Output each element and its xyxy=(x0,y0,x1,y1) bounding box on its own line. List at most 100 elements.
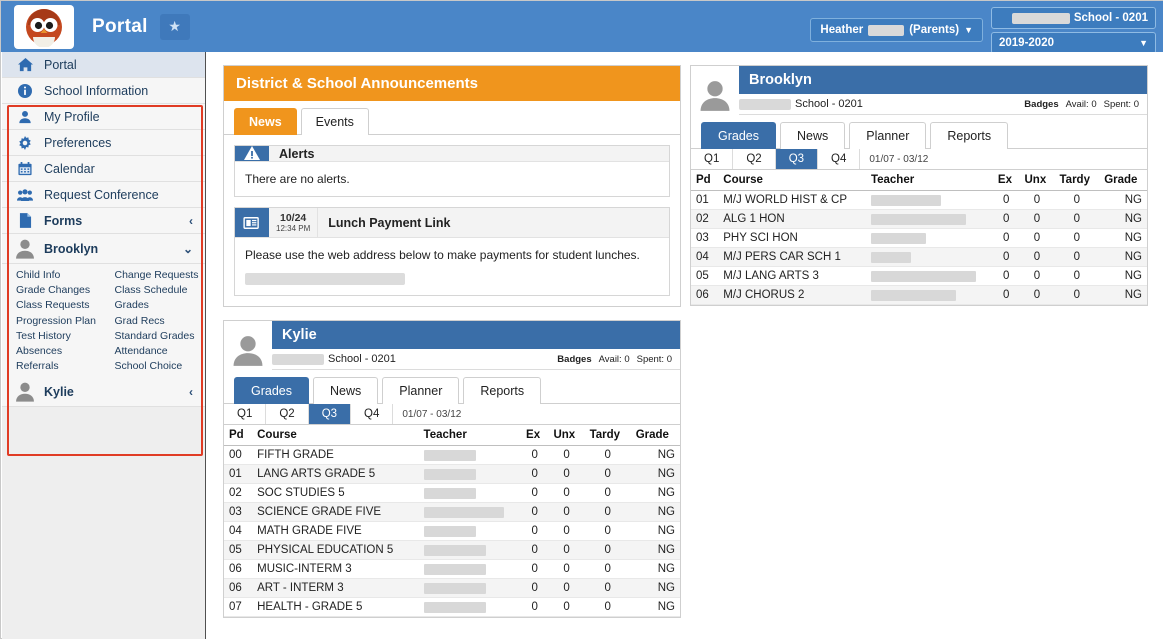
submenu-change-requests[interactable]: Change Requests xyxy=(115,268,206,282)
quarter-q1[interactable]: Q1 xyxy=(691,149,734,169)
quarter-q1[interactable]: Q1 xyxy=(224,404,267,424)
sidebar-item-school-information[interactable]: School Information xyxy=(2,78,205,104)
cell-grade[interactable]: NG xyxy=(630,540,680,560)
cell-tardy[interactable]: 0 xyxy=(584,540,631,560)
cell-excused[interactable]: 0 xyxy=(992,228,1020,248)
cell-excused[interactable]: 0 xyxy=(521,502,549,522)
cell-tardy[interactable]: 0 xyxy=(584,578,631,598)
cell-tardy[interactable]: 0 xyxy=(1054,266,1100,286)
submenu-school-choice[interactable]: School Choice xyxy=(115,359,206,373)
cell-unexcused[interactable]: 0 xyxy=(548,502,585,522)
submenu-referrals[interactable]: Referrals xyxy=(16,359,107,373)
cell-excused[interactable]: 0 xyxy=(521,464,549,484)
submenu-attendance[interactable]: Attendance xyxy=(115,344,206,358)
cell-unexcused[interactable]: 0 xyxy=(548,521,585,541)
cell-tardy[interactable]: 0 xyxy=(584,464,631,484)
cell-unexcused[interactable]: 0 xyxy=(1019,228,1055,248)
cell-grade[interactable]: NG xyxy=(630,445,680,465)
quarter-q4[interactable]: Q4 xyxy=(818,149,861,169)
cell-tardy[interactable]: 0 xyxy=(1054,247,1100,267)
cell-tardy[interactable]: 0 xyxy=(1054,190,1100,210)
cell-unexcused[interactable]: 0 xyxy=(548,464,585,484)
cell-tardy[interactable]: 0 xyxy=(584,445,631,465)
cell-excused[interactable]: 0 xyxy=(521,521,549,541)
tab-news[interactable]: News xyxy=(234,108,297,135)
submenu-standard-grades[interactable]: Standard Grades xyxy=(115,329,206,343)
cell-excused[interactable]: 0 xyxy=(521,445,549,465)
sidebar-item-calendar[interactable]: Calendar xyxy=(2,156,205,182)
submenu-test-history[interactable]: Test History xyxy=(16,329,107,343)
sidebar-item-my-profile[interactable]: My Profile xyxy=(2,104,205,130)
sidebar-item-portal[interactable]: Portal xyxy=(2,52,205,78)
submenu-class-requests[interactable]: Class Requests xyxy=(16,298,107,312)
quarter-q3[interactable]: Q3 xyxy=(775,149,819,169)
cell-excused[interactable]: 0 xyxy=(521,540,549,560)
cell-grade[interactable]: NG xyxy=(1099,266,1147,286)
sidebar-item-request-conference[interactable]: Request Conference xyxy=(2,182,205,208)
quarter-q2[interactable]: Q2 xyxy=(733,149,776,169)
cell-unexcused[interactable]: 0 xyxy=(548,445,585,465)
submenu-grades[interactable]: Grades xyxy=(115,298,206,312)
cell-tardy[interactable]: 0 xyxy=(584,483,631,503)
quarter-q2[interactable]: Q2 xyxy=(266,404,309,424)
cell-tardy[interactable]: 0 xyxy=(1054,228,1100,248)
school-year-dropdown[interactable]: 2019-2020 ▼ xyxy=(991,32,1156,54)
tab-reports[interactable]: Reports xyxy=(463,377,542,404)
cell-unexcused[interactable]: 0 xyxy=(1019,266,1055,286)
sidebar-item-preferences[interactable]: Preferences xyxy=(2,130,205,156)
cell-grade[interactable]: NG xyxy=(630,464,680,484)
cell-grade[interactable]: NG xyxy=(1099,247,1147,267)
quarter-q3[interactable]: Q3 xyxy=(308,404,352,424)
tab-news[interactable]: News xyxy=(313,377,379,404)
tab-grades[interactable]: Grades xyxy=(234,377,309,404)
favorite-star-icon[interactable]: ★ xyxy=(159,13,190,40)
cell-excused[interactable]: 0 xyxy=(992,190,1020,210)
cell-excused[interactable]: 0 xyxy=(992,209,1020,229)
quarter-q4[interactable]: Q4 xyxy=(351,404,394,424)
sidebar-item-forms[interactable]: Forms ‹ xyxy=(2,208,205,234)
submenu-child-info[interactable]: Child Info xyxy=(16,268,107,282)
cell-tardy[interactable]: 0 xyxy=(584,521,631,541)
school-selector[interactable]: School - 0201 xyxy=(991,7,1156,29)
tab-news[interactable]: News xyxy=(780,122,846,149)
cell-unexcused[interactable]: 0 xyxy=(1019,285,1055,305)
submenu-progression-plan[interactable]: Progression Plan xyxy=(16,314,107,328)
cell-grade[interactable]: NG xyxy=(1099,228,1147,248)
cell-excused[interactable]: 0 xyxy=(992,266,1020,286)
cell-tardy[interactable]: 0 xyxy=(584,502,631,522)
cell-grade[interactable]: NG xyxy=(630,559,680,579)
user-account-dropdown[interactable]: Heather (Parents) ▼ xyxy=(810,18,983,42)
tab-planner[interactable]: Planner xyxy=(382,377,460,404)
cell-grade[interactable]: NG xyxy=(1099,209,1147,229)
cell-tardy[interactable]: 0 xyxy=(1054,209,1100,229)
cell-unexcused[interactable]: 0 xyxy=(548,578,585,598)
cell-excused[interactable]: 0 xyxy=(521,559,549,579)
submenu-absences[interactable]: Absences xyxy=(16,344,107,358)
tab-reports[interactable]: Reports xyxy=(930,122,1009,149)
cell-unexcused[interactable]: 0 xyxy=(1019,209,1055,229)
cell-tardy[interactable]: 0 xyxy=(584,559,631,579)
cell-grade[interactable]: NG xyxy=(1099,285,1147,305)
cell-unexcused[interactable]: 0 xyxy=(548,559,585,579)
cell-unexcused[interactable]: 0 xyxy=(548,597,585,617)
cell-grade[interactable]: NG xyxy=(630,502,680,522)
submenu-grad-recs[interactable]: Grad Recs xyxy=(115,314,206,328)
cell-excused[interactable]: 0 xyxy=(521,483,549,503)
submenu-grade-changes[interactable]: Grade Changes xyxy=(16,283,107,297)
submenu-class-schedule[interactable]: Class Schedule xyxy=(115,283,206,297)
cell-excused[interactable]: 0 xyxy=(992,285,1020,305)
cell-unexcused[interactable]: 0 xyxy=(548,540,585,560)
tab-events[interactable]: Events xyxy=(300,108,369,135)
cell-tardy[interactable]: 0 xyxy=(1054,285,1100,305)
cell-grade[interactable]: NG xyxy=(630,521,680,541)
tab-grades[interactable]: Grades xyxy=(701,122,776,149)
cell-grade[interactable]: NG xyxy=(630,578,680,598)
cell-tardy[interactable]: 0 xyxy=(584,597,631,617)
tab-planner[interactable]: Planner xyxy=(849,122,927,149)
cell-grade[interactable]: NG xyxy=(630,597,680,617)
cell-excused[interactable]: 0 xyxy=(521,578,549,598)
cell-grade[interactable]: NG xyxy=(630,483,680,503)
sidebar-item-kylie[interactable]: Kylie ‹ xyxy=(2,377,205,408)
cell-excused[interactable]: 0 xyxy=(992,247,1020,267)
cell-unexcused[interactable]: 0 xyxy=(548,483,585,503)
